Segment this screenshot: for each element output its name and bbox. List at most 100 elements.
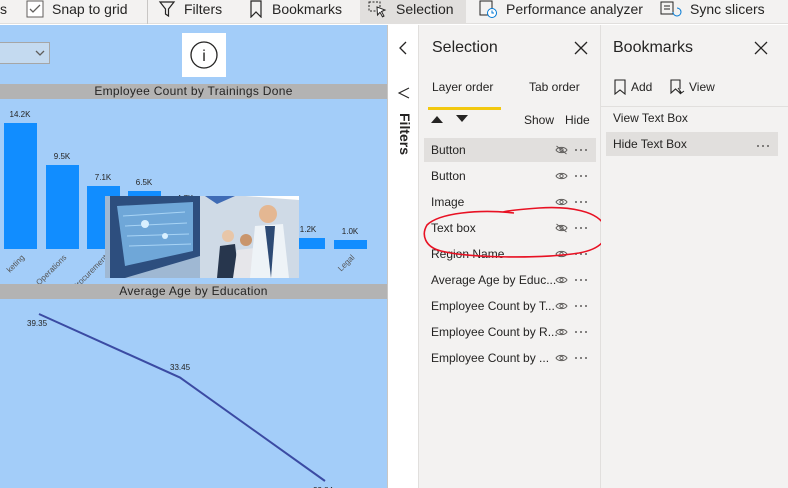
tab-active-underline	[428, 107, 501, 110]
region-slicer-dropdown[interactable]	[0, 42, 50, 64]
show-all-button[interactable]: Show	[524, 113, 554, 127]
layer-item[interactable]: Employee Count by ...	[424, 346, 596, 370]
bar-data-label: 6.5K	[135, 178, 153, 188]
layer-item-name: Button	[431, 143, 466, 157]
eye-icon[interactable]	[555, 327, 568, 337]
tab-layer-order[interactable]: Layer order	[432, 80, 493, 94]
bar[interactable]	[334, 240, 367, 249]
performance-analyzer-button[interactable]: Performance analyzer	[478, 0, 648, 24]
line-data-label: 39.35	[27, 319, 48, 328]
more-options-icon[interactable]	[574, 148, 588, 152]
line-data-label: 33.45	[170, 362, 191, 372]
bookmark-icon	[250, 0, 262, 18]
more-options-icon[interactable]	[574, 330, 588, 334]
layer-item-name: Average Age by Educ...	[431, 273, 557, 287]
eye-icon[interactable]	[555, 301, 568, 311]
power-bi-window: s Snap to grid Filters Bookmarks Selecti…	[0, 0, 788, 488]
bookmark-add-icon	[614, 79, 626, 95]
eye-collapsed-icon[interactable]	[397, 86, 411, 100]
layer-item-name: Button	[431, 169, 466, 183]
move-down-icon[interactable]	[455, 114, 469, 124]
filter-icon	[158, 1, 176, 18]
line-series[interactable]	[38, 313, 326, 482]
layer-item-actions	[555, 164, 588, 188]
eye-icon[interactable]	[555, 275, 568, 285]
layer-item-actions	[555, 138, 588, 162]
line-chart-average-age-by-education[interactable]: 39.3533.4523.84	[0, 299, 387, 488]
ribbon-item-partial[interactable]: s	[0, 0, 7, 24]
bar[interactable]	[4, 123, 37, 249]
info-icon: i	[190, 41, 218, 69]
bookmarks-pane: Bookmarks Add View View Text Box Hide Tex…	[601, 25, 788, 488]
view-ribbon: s Snap to grid Filters Bookmarks Selecti…	[0, 0, 788, 24]
bookmarks-toggle-label: Bookmarks	[272, 1, 343, 17]
performance-analyzer-icon	[479, 0, 497, 18]
ribbon-separator	[147, 0, 148, 24]
chevron-down-icon	[35, 50, 45, 56]
bar-data-label: 7.1K	[94, 173, 112, 182]
layer-item[interactable]: Button	[424, 138, 596, 162]
eye-icon[interactable]	[555, 171, 568, 181]
bookmarks-pane-title: Bookmarks	[613, 39, 694, 56]
bookmark-item-name: Hide Text Box	[613, 137, 687, 151]
filters-toggle-button[interactable]: Filters	[158, 0, 238, 24]
office-team-image[interactable]	[105, 196, 299, 278]
close-icon[interactable]	[574, 41, 588, 55]
layer-item-name: Employee Count by R...	[431, 325, 558, 339]
layer-item-actions	[555, 294, 588, 318]
close-icon[interactable]	[754, 41, 768, 55]
selection-toggle-button[interactable]: Selection	[360, 0, 466, 24]
chevron-left-icon[interactable]	[398, 41, 408, 55]
info-button[interactable]: i	[182, 33, 226, 77]
chart1-title: Employee Count by Trainings Done	[0, 84, 387, 99]
layer-item[interactable]: Button	[424, 164, 596, 188]
info-icon-glyph: i	[202, 48, 206, 65]
layer-item[interactable]: Employee Count by T...	[424, 294, 596, 318]
selection-pane-icon	[368, 1, 387, 18]
filters-vertical-label[interactable]: Filters	[395, 113, 413, 173]
sync-slicers-button[interactable]: Sync slicers	[660, 0, 788, 24]
add-bookmark-label: Add	[631, 80, 653, 94]
sync-slicers-icon	[660, 1, 682, 17]
ribbon-item-partial-label: s	[0, 1, 7, 17]
selection-pane: Selection Layer order Tab order Show Hid…	[419, 25, 607, 488]
move-up-icon[interactable]	[430, 114, 444, 124]
more-options-icon[interactable]	[574, 174, 588, 178]
line-chart-svg	[38, 313, 326, 482]
bookmarks-toggle-button[interactable]: Bookmarks	[248, 0, 358, 24]
snap-to-grid-label: Snap to grid	[52, 1, 128, 17]
bookmark-item[interactable]: Hide Text Box	[606, 132, 778, 156]
tab-tab-order[interactable]: Tab order	[529, 80, 580, 94]
checkbox-icon	[26, 0, 44, 18]
layer-item-name: Employee Count by T...	[431, 299, 555, 313]
bookmark-view-icon	[670, 79, 685, 95]
selection-pane-title: Selection	[432, 39, 498, 56]
bar[interactable]	[46, 164, 79, 249]
more-options-icon[interactable]	[574, 356, 588, 360]
filters-toggle-label: Filters	[184, 1, 223, 17]
layer-item[interactable]: Average Age by Educ...	[424, 268, 596, 292]
more-options-icon[interactable]	[756, 132, 770, 156]
layer-item-actions	[555, 268, 588, 292]
layer-item-actions	[555, 346, 588, 370]
more-options-icon[interactable]	[574, 304, 588, 308]
layer-item[interactable]: Employee Count by R...	[424, 320, 596, 344]
layer-item-actions	[555, 320, 588, 344]
eye-icon[interactable]	[555, 353, 568, 363]
bar-data-label: 14.2K	[9, 110, 31, 119]
bar-data-label: 1.0K	[341, 227, 359, 237]
bookmark-item-name: View Text Box	[613, 111, 688, 125]
selection-toggle-label: Selection	[396, 1, 454, 17]
office-team-image-graphic	[105, 196, 299, 278]
view-bookmark-label: View	[689, 80, 715, 94]
eye-hidden-icon[interactable]	[555, 145, 568, 155]
view-bookmark-button[interactable]: View	[669, 79, 715, 95]
more-options-icon[interactable]	[574, 278, 588, 282]
add-bookmark-button[interactable]: Add	[613, 79, 652, 95]
layer-item-name: Employee Count by ...	[431, 351, 550, 365]
hide-all-button[interactable]: Hide	[565, 113, 590, 127]
snap-to-grid-checkbox[interactable]: Snap to grid	[26, 0, 128, 24]
report-canvas: i Employee Count by Trainings Done 14.2K…	[0, 25, 387, 488]
filters-pane-collapsed: Filters	[388, 25, 419, 488]
bookmark-item[interactable]: View Text Box	[606, 106, 778, 130]
